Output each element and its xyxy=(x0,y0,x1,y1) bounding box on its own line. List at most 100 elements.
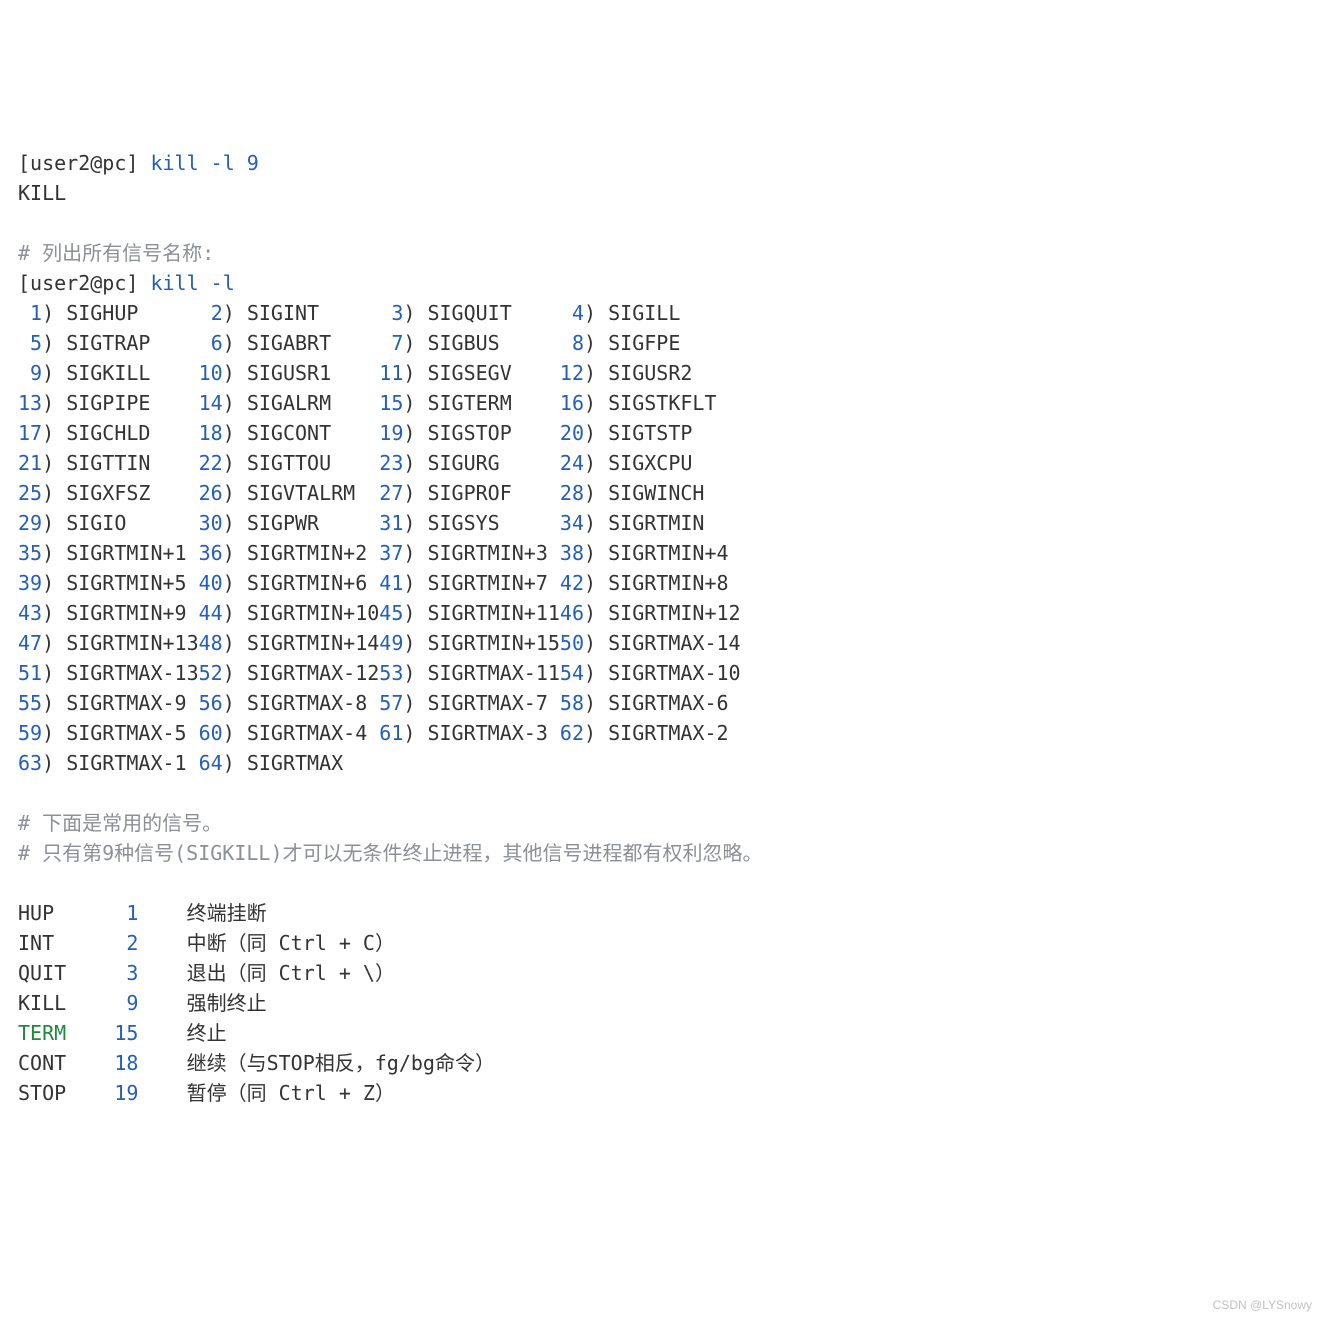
signal-name: SIGXFSZ xyxy=(66,481,198,505)
signal-name: SIGQUIT xyxy=(427,301,559,325)
common-signal-row: HUP 1 终端挂断 xyxy=(18,898,1306,928)
signal-name: SIGALRM xyxy=(247,391,379,415)
signal-number: 26 xyxy=(199,481,223,505)
signal-number: 1 xyxy=(30,301,42,325)
signal-cell: 60) SIGRTMAX-4 xyxy=(199,721,380,745)
signal-number: 15 xyxy=(379,391,403,415)
common-signal-row: TERM 15 终止 xyxy=(18,1018,1306,1048)
signal-cell: 1) SIGHUP xyxy=(18,301,199,325)
comment-line: # 只有第9种信号(SIGKILL)才可以无条件终止进程，其他信号进程都有权利忽… xyxy=(18,838,1306,868)
signal-cell: 46) SIGRTMIN+12 xyxy=(560,601,741,625)
signal-number: 25 xyxy=(18,481,42,505)
signal-number: 6 xyxy=(211,331,223,355)
signal-number: 47 xyxy=(18,631,42,655)
signal-number: 55 xyxy=(18,691,42,715)
signal-name: SIGKILL xyxy=(66,361,198,385)
signal-cell: 4) SIGILL xyxy=(560,301,680,325)
signal-row: 17) SIGCHLD 18) SIGCONT 19) SIGSTOP 20) … xyxy=(18,418,1306,448)
signal-row: 13) SIGPIPE 14) SIGALRM 15) SIGTERM 16) … xyxy=(18,388,1306,418)
signal-number: 28 xyxy=(560,481,584,505)
signal-name: SIGRTMIN+3 xyxy=(427,541,559,565)
signal-name: SIGSTOP xyxy=(427,421,559,445)
signal-row: 21) SIGTTIN 22) SIGTTOU 23) SIGURG 24) S… xyxy=(18,448,1306,478)
signal-name: SIGPROF xyxy=(427,481,559,505)
blank-line xyxy=(18,868,1306,898)
signal-number: 60 xyxy=(199,721,223,745)
common-signal-row: QUIT 3 退出（同 Ctrl + \） xyxy=(18,958,1306,988)
signal-cell: 10) SIGUSR1 xyxy=(199,361,380,385)
signal-cell: 28) SIGWINCH xyxy=(560,481,705,505)
signal-row: 63) SIGRTMAX-1 64) SIGRTMAX xyxy=(18,748,1306,778)
signal-name: SIGRTMIN+6 xyxy=(247,571,379,595)
signal-name: SIGRTMAX-6 xyxy=(608,691,728,715)
signal-cell: 47) SIGRTMIN+13 xyxy=(18,631,199,655)
signal-name: SIGHUP xyxy=(66,301,198,325)
signal-number: 51 xyxy=(18,661,42,685)
signal-cell: 6) SIGABRT xyxy=(199,331,380,355)
signal-cell: 2) SIGINT xyxy=(199,301,380,325)
signal-cell: 51) SIGRTMAX-13 xyxy=(18,661,199,685)
signal-cell: 57) SIGRTMAX-7 xyxy=(379,691,560,715)
command-text: kill -l xyxy=(150,271,234,295)
common-signal-name: TERM xyxy=(18,1021,102,1045)
signal-cell: 3) SIGQUIT xyxy=(379,301,560,325)
signal-number: 13 xyxy=(18,391,42,415)
signal-cell: 27) SIGPROF xyxy=(379,481,560,505)
signal-number: 46 xyxy=(560,601,584,625)
signal-name: SIGRTMAX-12 xyxy=(247,661,379,685)
signal-name: SIGRTMIN+9 xyxy=(66,601,198,625)
signal-cell: 5) SIGTRAP xyxy=(18,331,199,355)
signal-name: SIGRTMAX-5 xyxy=(66,721,198,745)
signal-cell: 30) SIGPWR xyxy=(199,511,380,535)
signal-number: 18 xyxy=(199,421,223,445)
signal-number: 61 xyxy=(379,721,403,745)
signal-number: 3 xyxy=(391,301,403,325)
signal-number: 23 xyxy=(379,451,403,475)
signal-number: 21 xyxy=(18,451,42,475)
signal-name: SIGWINCH xyxy=(608,481,704,505)
common-signal-number: 2 xyxy=(102,931,138,955)
signal-number: 12 xyxy=(560,361,584,385)
signal-row: 1) SIGHUP 2) SIGINT 3) SIGQUIT 4) SIGILL xyxy=(18,298,1306,328)
signal-number: 62 xyxy=(560,721,584,745)
signal-name: SIGILL xyxy=(608,301,680,325)
common-signal-desc: 强制终止 xyxy=(187,991,267,1015)
signal-name: SIGRTMIN+13 xyxy=(66,631,198,655)
signal-name: SIGRTMIN+2 xyxy=(247,541,379,565)
watermark: CSDN @LYSnowy xyxy=(1213,1290,1312,1320)
signal-row: 59) SIGRTMAX-5 60) SIGRTMAX-4 61) SIGRTM… xyxy=(18,718,1306,748)
signal-name: SIGRTMAX-4 xyxy=(247,721,379,745)
signal-cell: 13) SIGPIPE xyxy=(18,391,199,415)
signal-name: SIGRTMAX-7 xyxy=(427,691,559,715)
signal-name: SIGIO xyxy=(66,511,198,535)
signal-cell: 22) SIGTTOU xyxy=(199,451,380,475)
signal-cell: 19) SIGSTOP xyxy=(379,421,560,445)
signal-cell: 11) SIGSEGV xyxy=(379,361,560,385)
signal-number: 56 xyxy=(199,691,223,715)
signal-name: SIGRTMAX-1 xyxy=(66,751,198,775)
signal-cell: 59) SIGRTMAX-5 xyxy=(18,721,199,745)
signal-cell: 16) SIGSTKFLT xyxy=(560,391,717,415)
signal-cell: 21) SIGTTIN xyxy=(18,451,199,475)
signal-number: 4 xyxy=(572,301,584,325)
signal-row: 55) SIGRTMAX-9 56) SIGRTMAX-8 57) SIGRTM… xyxy=(18,688,1306,718)
signal-name: SIGINT xyxy=(247,301,379,325)
signal-cell: 63) SIGRTMAX-1 xyxy=(18,751,199,775)
signal-number: 16 xyxy=(560,391,584,415)
signal-cell: 31) SIGSYS xyxy=(379,511,560,535)
signal-name: SIGCHLD xyxy=(66,421,198,445)
common-signal-name: HUP xyxy=(18,901,102,925)
signal-number: 34 xyxy=(560,511,584,535)
signal-cell: 52) SIGRTMAX-12 xyxy=(199,661,380,685)
signal-number: 29 xyxy=(18,511,42,535)
signal-number: 27 xyxy=(379,481,403,505)
signal-number: 57 xyxy=(379,691,403,715)
signal-name: SIGRTMAX-3 xyxy=(427,721,559,745)
signal-cell: 54) SIGRTMAX-10 xyxy=(560,661,741,685)
signal-row: 29) SIGIO 30) SIGPWR 31) SIGSYS 34) SIGR… xyxy=(18,508,1306,538)
common-signal-row: KILL 9 强制终止 xyxy=(18,988,1306,1018)
output-line: KILL xyxy=(18,178,1306,208)
signal-number: 52 xyxy=(199,661,223,685)
signal-number: 22 xyxy=(199,451,223,475)
signal-name: SIGSYS xyxy=(427,511,559,535)
